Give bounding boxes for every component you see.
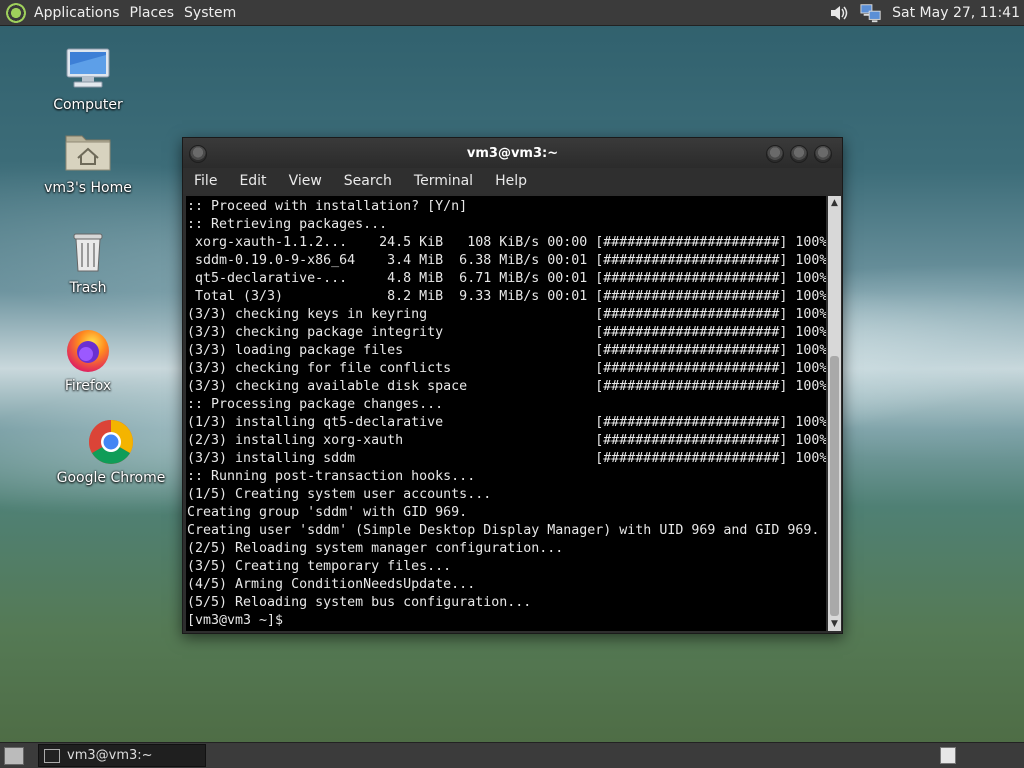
- workspace-switcher[interactable]: [940, 747, 956, 764]
- scroll-up-icon[interactable]: ▲: [828, 196, 841, 210]
- terminal-line: :: Proceed with installation? [Y/n]: [187, 199, 468, 214]
- terminal-line: (2/5) Reloading system manager configura…: [187, 541, 564, 556]
- terminal-line: Creating user 'sddm' (Simple Desktop Dis…: [187, 523, 820, 538]
- terminal-line: (2/3) installing xorg-xauth [###########…: [187, 433, 826, 448]
- terminal-line: (3/3) checking package integrity [######…: [187, 325, 826, 340]
- menu-help[interactable]: Help: [484, 173, 538, 189]
- menu-applications[interactable]: Applications: [32, 5, 128, 21]
- taskbar-item-terminal[interactable]: vm3@vm3:~: [38, 744, 206, 767]
- desktop-icon-label: Trash: [69, 280, 107, 296]
- terminal-line: sddm-0.19.0-9-x86_64 3.4 MiB 6.38 MiB/s …: [187, 253, 826, 268]
- terminal-line: (1/3) installing qt5-declarative [######…: [187, 415, 826, 430]
- scroll-down-icon[interactable]: ▼: [828, 617, 841, 631]
- taskbar-item-label: vm3@vm3:~: [67, 748, 153, 763]
- terminal-line: :: Retrieving packages...: [187, 217, 388, 232]
- minimize-icon[interactable]: [766, 145, 784, 163]
- terminal-line: Total (3/3) 8.2 MiB 9.33 MiB/s 00:01 [##…: [187, 289, 826, 304]
- desktop-icon-trash[interactable]: Trash: [33, 228, 143, 296]
- menu-search[interactable]: Search: [333, 173, 403, 189]
- chrome-icon: [87, 418, 135, 466]
- desktop-icon-label: vm3's Home: [44, 180, 132, 196]
- terminal-line: (3/3) installing sddm [#################…: [187, 451, 826, 466]
- terminal-line: [vm3@vm3 ~]$: [187, 613, 284, 628]
- trash-icon: [64, 228, 112, 276]
- home-folder-icon: [64, 128, 112, 176]
- desktop-icon-label: Computer: [53, 97, 123, 113]
- scrollbar-thumb[interactable]: [830, 356, 839, 616]
- mate-menu-icon[interactable]: [6, 2, 26, 23]
- show-desktop-button[interactable]: [4, 746, 24, 765]
- terminal-line: (1/5) Creating system user accounts...: [187, 487, 492, 502]
- terminal-line: (3/3) loading package files [###########…: [187, 343, 826, 358]
- network-icon[interactable]: [860, 3, 882, 23]
- terminal-line: (3/3) checking for file conflicts [#####…: [187, 361, 826, 376]
- volume-icon[interactable]: [828, 3, 850, 23]
- terminal-line: xorg-xauth-1.1.2... 24.5 KiB 108 KiB/s 0…: [187, 235, 826, 250]
- system-tray: Sat May 27, 11:41: [828, 0, 1020, 25]
- menu-places[interactable]: Places: [128, 5, 183, 21]
- menu-view[interactable]: View: [278, 173, 333, 189]
- terminal-scrollbar[interactable]: ▲ ▼: [828, 196, 841, 631]
- terminal-line: (5/5) Reloading system bus configuration…: [187, 595, 532, 610]
- terminal-line: :: Running post-transaction hooks...: [187, 469, 476, 484]
- terminal-text: :: Proceed with installation? [Y/n]:: Re…: [186, 196, 826, 630]
- terminal-line: (4/5) Arming ConditionNeedsUpdate...: [187, 577, 476, 592]
- menu-edit[interactable]: Edit: [228, 173, 277, 189]
- desktop-icon-chrome[interactable]: Google Chrome: [56, 418, 166, 486]
- menu-file[interactable]: File: [183, 173, 228, 189]
- desktop-icon-label: Firefox: [64, 378, 112, 394]
- terminal-line: (3/3) checking keys in keyring [########…: [187, 307, 826, 322]
- computer-icon: [64, 45, 112, 93]
- top-panel: Applications Places System Sat May 27, 1…: [0, 0, 1024, 26]
- menu-system[interactable]: System: [182, 5, 244, 21]
- window-titlebar[interactable]: vm3@vm3:~: [183, 138, 842, 168]
- desktop-icon-computer[interactable]: Computer: [33, 45, 143, 113]
- terminal-line: qt5-declarative-... 4.8 MiB 6.71 MiB/s 0…: [187, 271, 826, 286]
- desktop-icon-firefox[interactable]: Firefox: [33, 326, 143, 394]
- terminal-line: Creating group 'sddm' with GID 969.: [187, 505, 468, 520]
- desktop-icon-home[interactable]: vm3's Home: [33, 128, 143, 196]
- window-title: vm3@vm3:~: [466, 145, 559, 161]
- terminal-menubar: File Edit View Search Terminal Help: [183, 168, 842, 194]
- desktop-icon-label: Google Chrome: [56, 470, 166, 486]
- clock[interactable]: Sat May 27, 11:41: [892, 5, 1020, 21]
- terminal-line: (3/3) checking available disk space [###…: [187, 379, 826, 394]
- bottom-panel: vm3@vm3:~: [0, 742, 1024, 768]
- window-menu-icon[interactable]: [189, 145, 207, 163]
- menu-terminal[interactable]: Terminal: [403, 173, 484, 189]
- terminal-line: :: Processing package changes...: [187, 397, 444, 412]
- firefox-icon: [64, 326, 112, 374]
- close-icon[interactable]: [814, 145, 832, 163]
- terminal-output[interactable]: :: Proceed with installation? [Y/n]:: Re…: [186, 196, 826, 631]
- terminal-icon: [44, 748, 60, 763]
- terminal-line: (3/5) Creating temporary files...: [187, 559, 452, 574]
- maximize-icon[interactable]: [790, 145, 808, 163]
- terminal-window[interactable]: vm3@vm3:~ File Edit View Search Terminal…: [182, 137, 843, 634]
